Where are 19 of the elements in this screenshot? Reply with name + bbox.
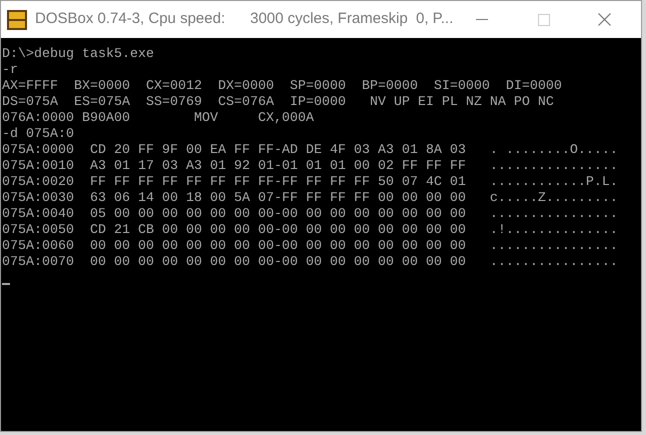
terminal-line: 075A:0070 00 00 00 00 00 00 00 00-00 00 00 00 00 00 00 00 ................ <box>2 255 618 271</box>
terminal-line: 075A:0040 05 00 00 00 00 00 00 00-00 00 00 00 00 00 00 00 ................ <box>2 207 618 223</box>
app-icon <box>7 10 27 30</box>
terminal-line: 075A:0050 CD 21 CB 00 00 00 00 00-00 00 00 00 00 00 00 00 .!.............. <box>2 223 618 239</box>
text-cursor <box>2 283 10 285</box>
close-icon[interactable] <box>598 13 611 26</box>
terminal-line: -d 075A:0 <box>2 127 74 143</box>
terminal-line: 075A:0020 FF FF FF FF FF FF FF FF-FF FF FF FF 50 07 4C 01 ............P.L. <box>2 175 618 191</box>
terminal-line: -r <box>2 63 18 79</box>
terminal-line: 075A:0010 A3 01 17 03 A3 01 92 01-01 01 01 00 02 FF FF FF ................ <box>2 159 618 175</box>
window-title: DOSBox 0.74-3, Cpu speed: 3000 cycles, Frameskip 0, P... <box>35 9 454 30</box>
terminal-line: 075A:0030 63 06 14 00 18 00 5A 07-FF FF FF FF 00 00 00 00 c.....Z......... <box>2 191 618 207</box>
terminal-line: 076A:0000 B90A00 MOV CX,000A <box>2 111 314 127</box>
terminal-line: DS=075A ES=075A SS=0769 CS=076A IP=0000 NV UP EI PL NZ NA PO NC <box>2 95 554 111</box>
terminal-line: AX=FFFF BX=0000 CX=0012 DX=0000 SP=0000 BP=0000 SI=0000 DI=0000 <box>2 79 562 95</box>
minimize-icon[interactable] <box>476 18 488 20</box>
terminal-line: 075A:0000 CD 20 FF 9F 00 EA FF FF-AD DE 4F 03 A3 01 8A 03 . ........O..... <box>2 143 618 159</box>
terminal-line: D:\>debug task5.exe <box>2 47 154 63</box>
terminal-line: 075A:0060 00 00 00 00 00 00 00 00-00 00 00 00 00 00 00 00 ................ <box>2 239 618 255</box>
